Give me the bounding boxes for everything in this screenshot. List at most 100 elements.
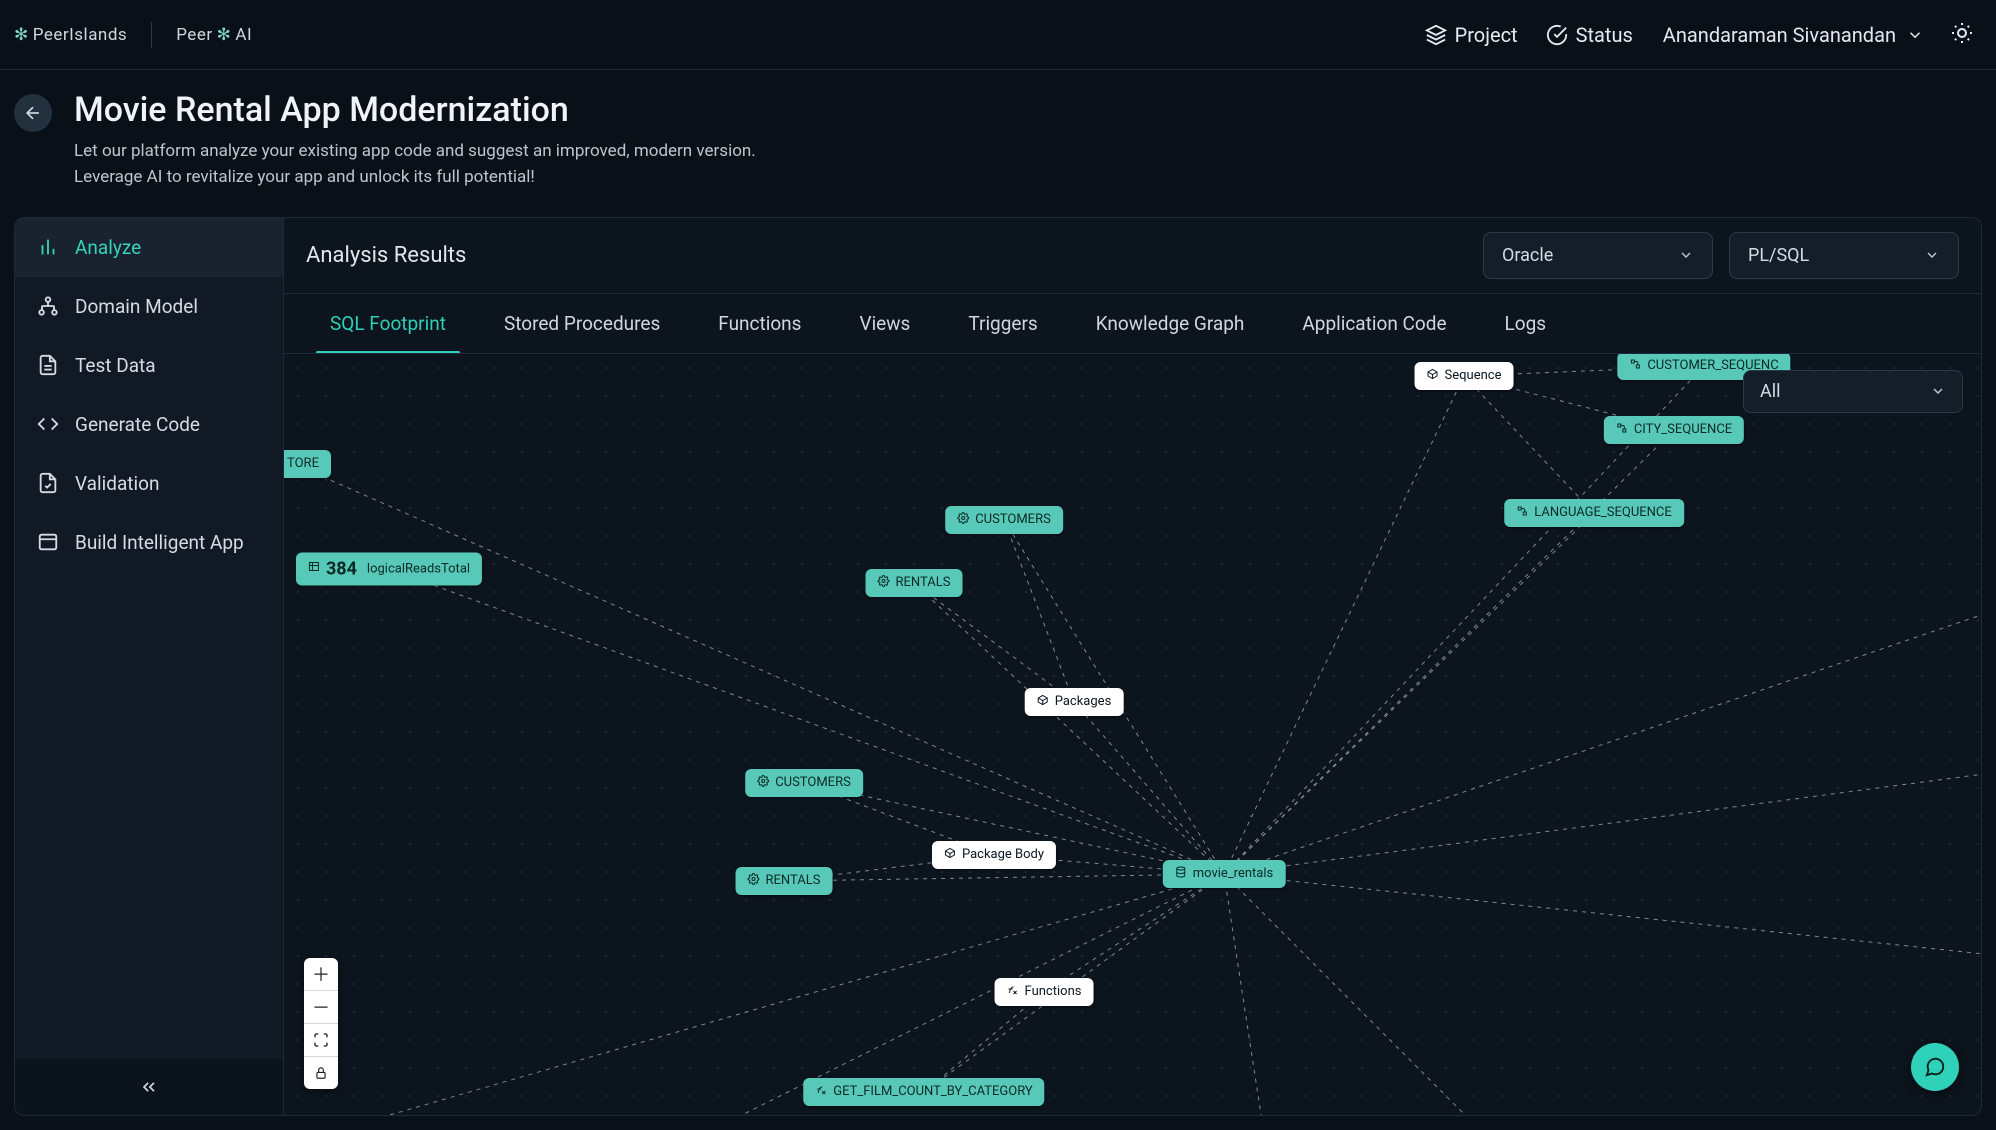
zoom-lock-button[interactable] (304, 1056, 338, 1089)
nav-project[interactable]: Project (1411, 17, 1532, 53)
brand-block: ✻ PeerIslands Peer ✻ AI (14, 22, 252, 48)
node-label: CUSTOMERS (775, 775, 851, 790)
sidenav-label: Domain Model (75, 295, 198, 318)
tab-label: Views (859, 312, 910, 335)
zoom-controls: ＋ － (304, 958, 338, 1089)
brand-peerislands: ✻ PeerIslands (14, 25, 127, 45)
tab-triggers[interactable]: Triggers (944, 294, 1061, 353)
sidenav-item-analyze[interactable]: Analyze (15, 218, 283, 277)
page-title: Movie Rental App Modernization (74, 90, 756, 130)
arrow-left-icon (23, 103, 43, 123)
node-icon (1629, 358, 1641, 374)
user-menu[interactable]: Anandaraman Sivanandan (1647, 23, 1940, 47)
graph-node-pkg_body[interactable]: Package Body (932, 841, 1056, 869)
node-label: LANGUAGE_SEQUENCE (1534, 505, 1672, 520)
content-header: Analysis Results Oracle PL/SQL (284, 218, 1981, 293)
node-icon (1516, 505, 1528, 521)
node-icon (1427, 368, 1439, 384)
node-icon (1007, 984, 1019, 1000)
graph-node-lang_seq[interactable]: LANGUAGE_SEQUENCE (1504, 499, 1684, 527)
graph-node-customers2[interactable]: CUSTOMERS (745, 769, 863, 797)
content-title: Analysis Results (306, 243, 466, 268)
sidenav-label: Validation (75, 472, 159, 495)
tab-logs[interactable]: Logs (1481, 294, 1571, 353)
zoom-out-button[interactable]: － (304, 990, 338, 1023)
graph-node-functions[interactable]: Functions (995, 978, 1094, 1006)
tab-application-code[interactable]: Application Code (1278, 294, 1470, 353)
brand-peerai-post: AI (235, 25, 252, 45)
graph-node-reads[interactable]: 384logicalReadsTotal (296, 552, 482, 585)
page-subtitle-1: Let our platform analyze your existing a… (74, 138, 756, 164)
layers-icon (1425, 24, 1447, 46)
sidenav-label: Generate Code (75, 413, 200, 436)
node-label: movie_rentals (1193, 866, 1274, 881)
chat-fab[interactable] (1911, 1043, 1959, 1091)
sidenav-item-domain-model[interactable]: Domain Model (15, 277, 283, 336)
tab-label: Functions (718, 312, 801, 335)
nav-status-label: Status (1576, 23, 1633, 47)
tab-knowledge-graph[interactable]: Knowledge Graph (1072, 294, 1269, 353)
back-button[interactable] (14, 94, 52, 132)
graph-node-packages[interactable]: Packages (1025, 688, 1124, 716)
chevron-down-icon (1930, 383, 1946, 399)
gear-icon: ✻ (14, 25, 29, 45)
node-icon (1616, 422, 1628, 438)
theme-toggle[interactable] (1940, 15, 1984, 55)
select-database[interactable]: Oracle (1483, 232, 1713, 279)
graph-node-sequence[interactable]: Sequence (1415, 362, 1514, 390)
zoom-in-button[interactable]: ＋ (304, 958, 338, 990)
sun-icon (1950, 21, 1974, 45)
graph-canvas[interactable]: TORE 384logicalReadsTotal Sequence CUSTOMER… (284, 354, 1981, 1115)
chevrons-left-icon (139, 1077, 159, 1097)
sidenav: Analyze Domain Model Test Data Generate … (14, 217, 284, 1116)
tab-label: Triggers (968, 312, 1037, 335)
node-icon (748, 873, 760, 889)
sidenav-item-test-data[interactable]: Test Data (15, 336, 283, 395)
file-check-icon (37, 472, 59, 494)
node-big-value: 384 (326, 558, 357, 579)
nav-project-label: Project (1455, 23, 1518, 47)
zoom-fit-button[interactable] (304, 1023, 338, 1056)
node-label: Sequence (1445, 368, 1502, 383)
graph-node-customers1[interactable]: CUSTOMERS (945, 506, 1063, 534)
node-label: GET_FILM_COUNT_BY_CATEGORY (833, 1084, 1032, 1099)
check-circle-icon (1546, 24, 1568, 46)
node-icon (815, 1084, 827, 1100)
graph-node-film_count[interactable]: GET_FILM_COUNT_BY_CATEGORY (803, 1078, 1044, 1106)
graph-filter[interactable]: All (1743, 370, 1963, 413)
graph-node-city_seq[interactable]: CITY_SEQUENCE (1604, 416, 1744, 444)
select-database-value: Oracle (1502, 245, 1553, 266)
nav-status[interactable]: Status (1532, 17, 1647, 53)
node-label: Package Body (962, 847, 1044, 862)
brand-peerislands-text: PeerIslands (33, 25, 127, 45)
select-language[interactable]: PL/SQL (1729, 232, 1959, 279)
node-label: Packages (1055, 694, 1112, 709)
workspace: Analyze Domain Model Test Data Generate … (0, 217, 1996, 1130)
graph-node-rentals1[interactable]: RENTALS (866, 569, 963, 597)
node-icon (1175, 866, 1187, 882)
tab-label: Stored Procedures (504, 312, 660, 335)
chevron-down-icon (1678, 247, 1694, 263)
tab-stored-procedures[interactable]: Stored Procedures (480, 294, 684, 353)
brand-separator (151, 22, 152, 48)
sidenav-item-generate-code[interactable]: Generate Code (15, 395, 283, 454)
gear-icon: ✻ (217, 25, 232, 45)
tab-sql-footprint[interactable]: SQL Footprint (306, 294, 470, 353)
tab-functions[interactable]: Functions (694, 294, 825, 353)
node-icon (1037, 694, 1049, 710)
tab-views[interactable]: Views (835, 294, 934, 353)
graph-node-rentals2[interactable]: RENTALS (736, 867, 833, 895)
code-icon (37, 413, 59, 435)
window-icon (37, 531, 59, 553)
sidenav-label: Build Intelligent App (75, 531, 244, 554)
node-icon (878, 575, 890, 591)
bar-chart-icon (37, 236, 59, 258)
node-label: TORE (287, 456, 319, 471)
graph-node-movie_rentals[interactable]: movie_rentals (1163, 860, 1286, 888)
sidenav-item-build-app[interactable]: Build Intelligent App (15, 513, 283, 572)
minus-icon: － (312, 994, 330, 1020)
sidenav-collapse[interactable] (15, 1059, 283, 1115)
graph-node-store[interactable]: TORE (284, 450, 331, 478)
sidenav-item-validation[interactable]: Validation (15, 454, 283, 513)
content-panel: Analysis Results Oracle PL/SQL SQL Footp… (284, 217, 1982, 1116)
